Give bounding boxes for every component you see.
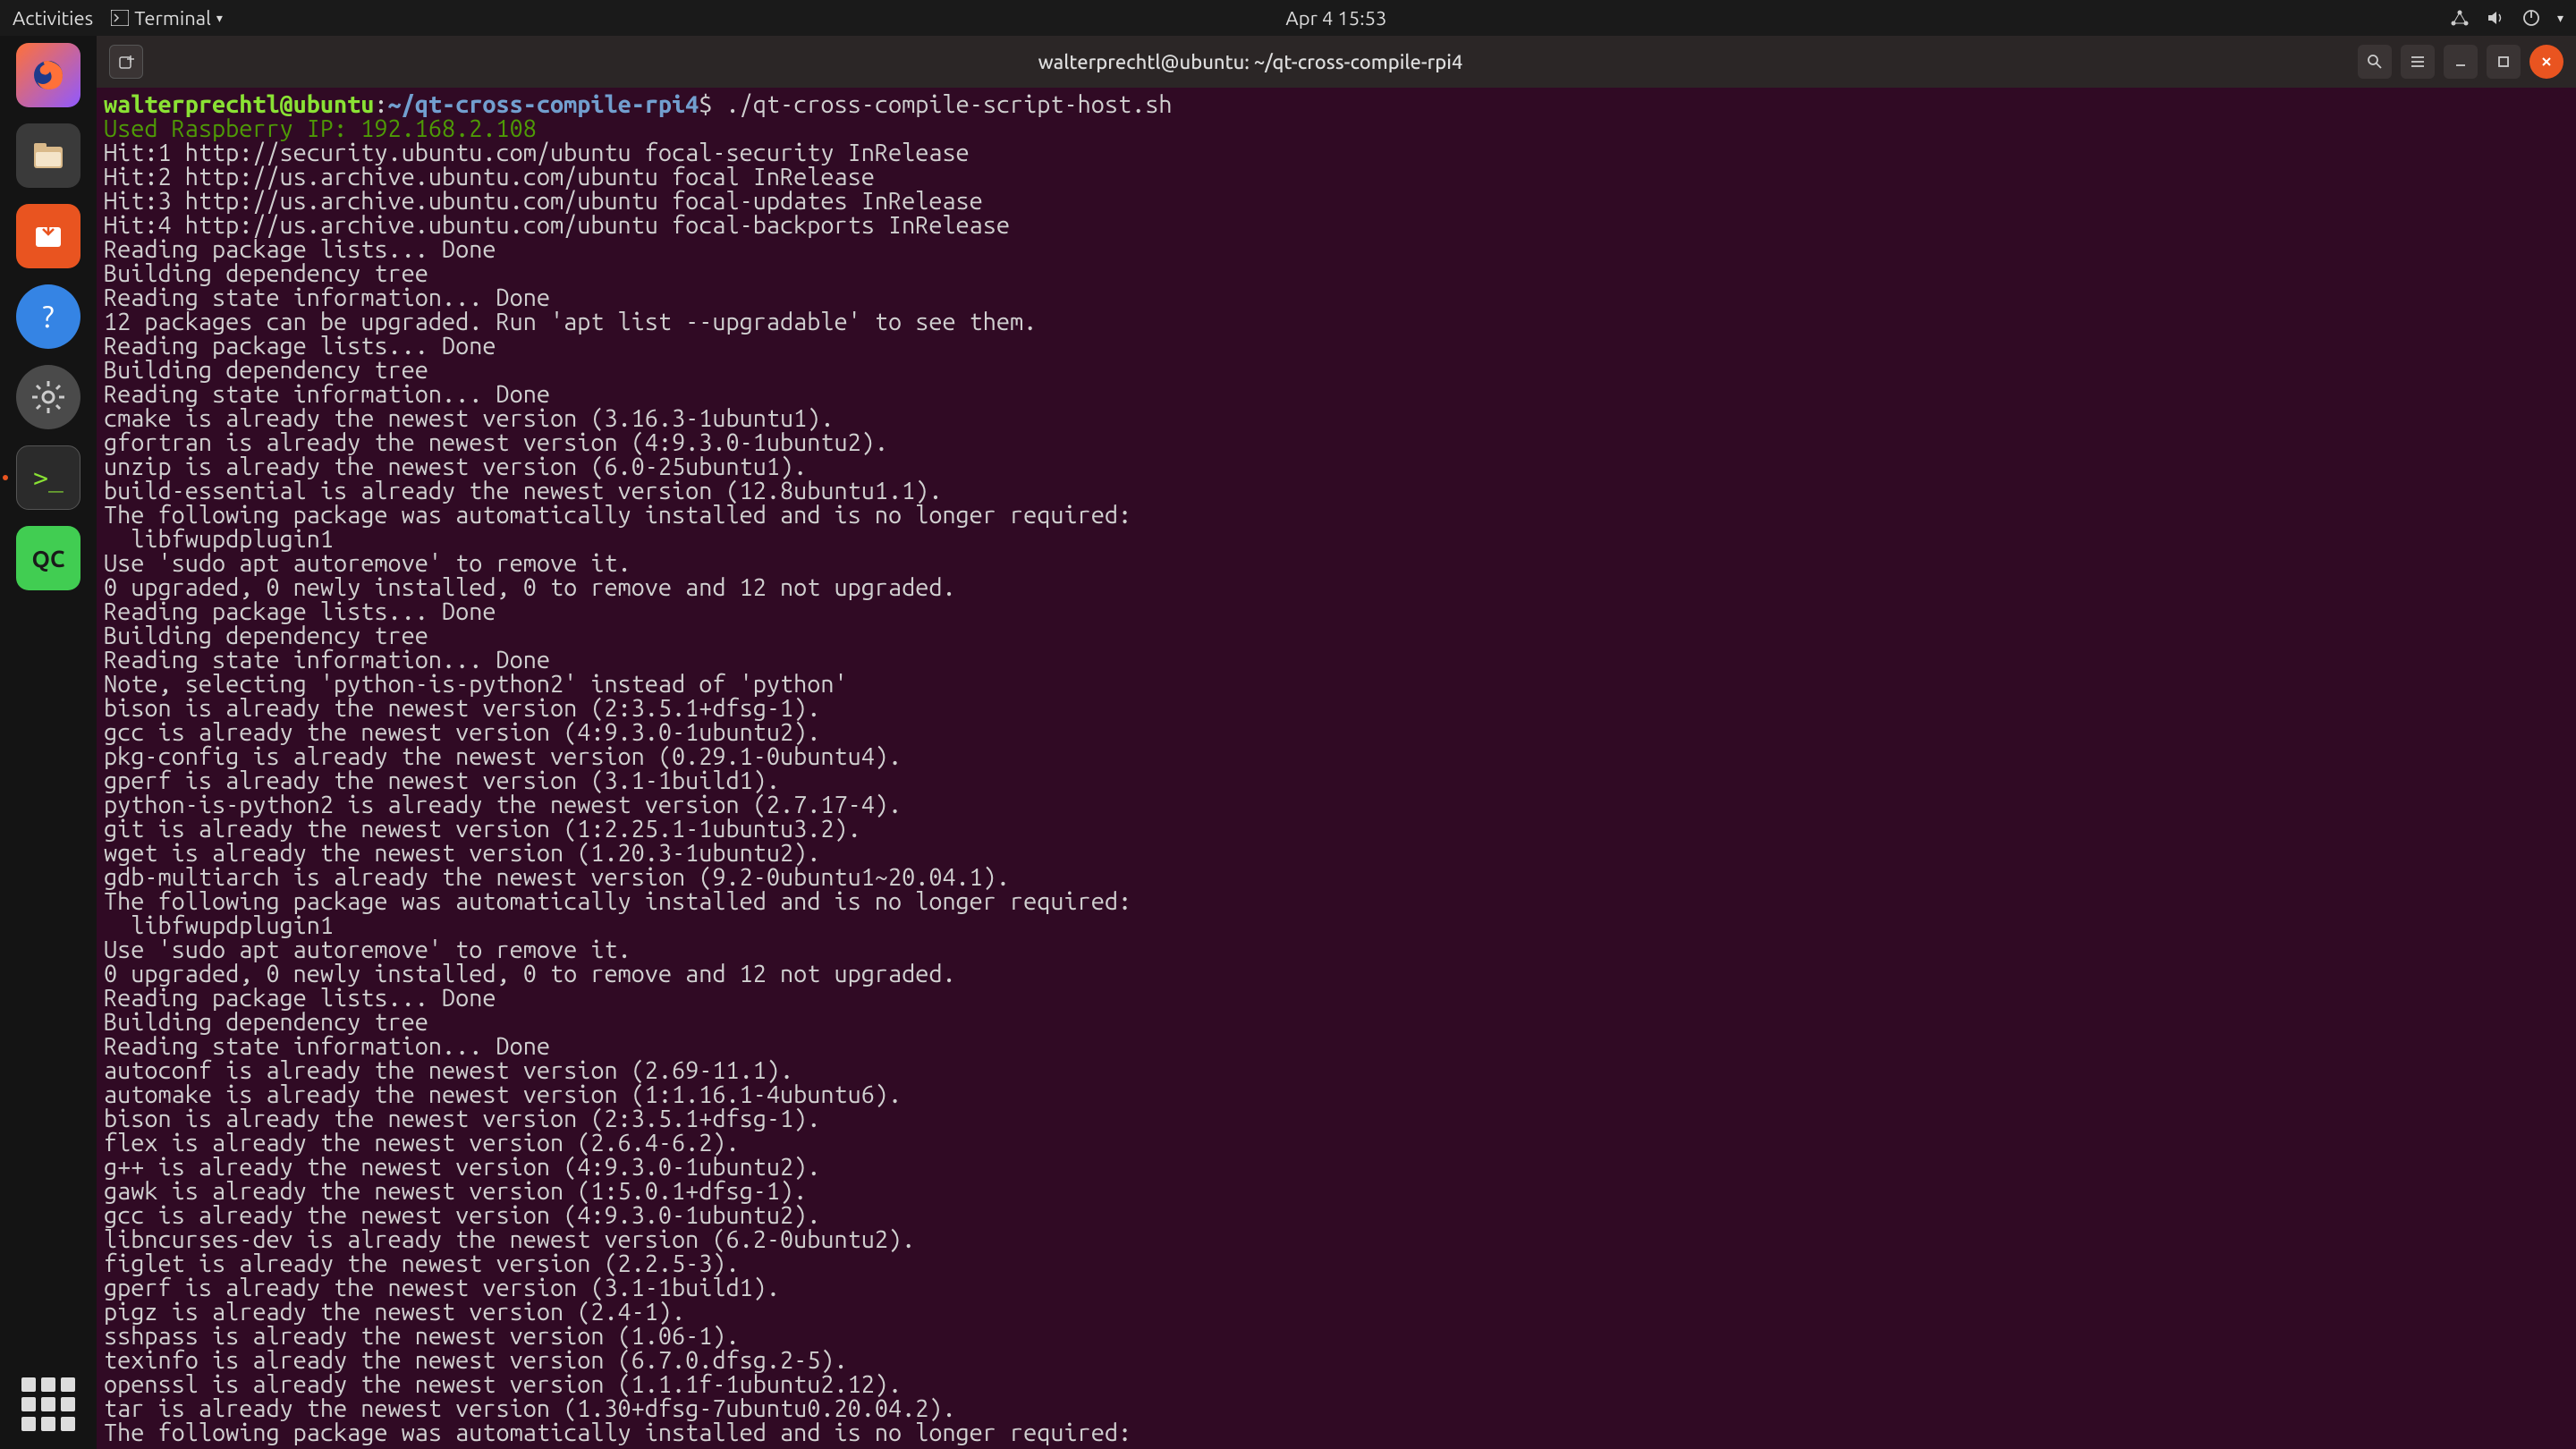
show-applications[interactable] — [21, 1377, 75, 1431]
terminal-output-line: gperf is already the newest version (3.1… — [104, 1276, 2569, 1301]
system-menu-chevron-icon[interactable]: ▾ — [2557, 11, 2563, 26]
terminal-icon — [111, 10, 129, 26]
dock-software-center[interactable] — [16, 204, 80, 268]
maximize-button[interactable] — [2487, 45, 2521, 79]
terminal-output-line: bison is already the newest version (2:3… — [104, 1107, 2569, 1131]
app-menu[interactable]: Terminal ▾ — [111, 7, 223, 30]
terminal-output-line: Reading state information... Done — [104, 1035, 2569, 1059]
terminal-output-line: python-is-python2 is already the newest … — [104, 793, 2569, 818]
terminal-output-line: figlet is already the newest version (2.… — [104, 1252, 2569, 1276]
terminal-output-line: Use 'sudo apt autoremove' to remove it. — [104, 938, 2569, 962]
terminal-output-line: Building dependency tree — [104, 262, 2569, 286]
terminal-output-line: git is already the newest version (1:2.2… — [104, 818, 2569, 842]
terminal-output-line: Use 'sudo apt autoremove' to remove it. — [104, 552, 2569, 576]
terminal-output-line: unzip is already the newest version (6.0… — [104, 455, 2569, 479]
terminal-output-line: Reading package lists... Done — [104, 600, 2569, 624]
terminal-output-line: pigz is already the newest version (2.4-… — [104, 1301, 2569, 1325]
terminal-output-line: Hit:4 http://us.archive.ubuntu.com/ubunt… — [104, 214, 2569, 238]
power-icon[interactable] — [2521, 8, 2541, 28]
dock-firefox[interactable] — [16, 43, 80, 107]
close-button[interactable] — [2529, 45, 2563, 79]
terminal-headerbar: walterprechtl@ubuntu: ~/qt-cross-compile… — [97, 36, 2576, 88]
terminal-output-line: pkg-config is already the newest version… — [104, 745, 2569, 769]
terminal-output-line: openssl is already the newest version (1… — [104, 1373, 2569, 1397]
terminal-body[interactable]: walterprechtl@ubuntu:~/qt-cross-compile-… — [97, 88, 2576, 1449]
clock[interactable]: Apr 4 15:53 — [223, 7, 2450, 30]
app-menu-label: Terminal — [134, 7, 211, 30]
terminal-output-line: 0 upgraded, 0 newly installed, 0 to remo… — [104, 576, 2569, 600]
terminal-output-line: sshpass is already the newest version (1… — [104, 1325, 2569, 1349]
terminal-output-line: gfortran is already the newest version (… — [104, 431, 2569, 455]
terminal-output-line: gcc is already the newest version (4:9.3… — [104, 721, 2569, 745]
terminal-output-line: Hit:1 http://security.ubuntu.com/ubuntu … — [104, 141, 2569, 165]
minimize-button[interactable] — [2444, 45, 2478, 79]
dock-terminal[interactable]: >_ — [16, 445, 80, 510]
dock: ? >_ QC — [0, 36, 97, 1449]
network-icon[interactable] — [2450, 8, 2470, 28]
terminal-output-line: automake is already the newest version (… — [104, 1083, 2569, 1107]
new-tab-button[interactable] — [109, 45, 143, 79]
terminal-output-line: Reading state information... Done — [104, 648, 2569, 673]
terminal-output-line: build-essential is already the newest ve… — [104, 479, 2569, 504]
terminal-output-line: Reading package lists... Done — [104, 987, 2569, 1011]
terminal-output-line: tar is already the newest version (1.30+… — [104, 1397, 2569, 1421]
terminal-output-line: flex is already the newest version (2.6.… — [104, 1131, 2569, 1156]
terminal-output-line: bison is already the newest version (2:3… — [104, 697, 2569, 721]
terminal-output-line: gcc is already the newest version (4:9.3… — [104, 1204, 2569, 1228]
terminal-output-line: Building dependency tree — [104, 624, 2569, 648]
terminal-output-line: Reading state information... Done — [104, 383, 2569, 407]
search-button[interactable] — [2358, 45, 2392, 79]
hamburger-menu[interactable] — [2401, 45, 2435, 79]
dock-qtcreator[interactable]: QC — [16, 526, 80, 590]
terminal-output-line: libncurses-dev is already the newest ver… — [104, 1228, 2569, 1252]
terminal-output-line: libfwupdplugin1 — [104, 528, 2569, 552]
terminal-output-line: gawk is already the newest version (1:5.… — [104, 1180, 2569, 1204]
terminal-output-line: The following package was automatically … — [104, 504, 2569, 528]
terminal-output-line: Reading state information... Done — [104, 286, 2569, 310]
raspberry-ip-line: Used Raspberry IP: 192.168.2.108 — [104, 117, 2569, 141]
dock-settings[interactable] — [16, 365, 80, 429]
terminal-output-line: Hit:2 http://us.archive.ubuntu.com/ubunt… — [104, 165, 2569, 190]
terminal-output-line: Building dependency tree — [104, 359, 2569, 383]
terminal-output-line: cmake is already the newest version (3.1… — [104, 407, 2569, 431]
terminal-output-line: Hit:3 http://us.archive.ubuntu.com/ubunt… — [104, 190, 2569, 214]
terminal-output-line: gperf is already the newest version (3.1… — [104, 769, 2569, 793]
terminal-output-line: Note, selecting 'python-is-python2' inst… — [104, 673, 2569, 697]
window-title: walterprechtl@ubuntu: ~/qt-cross-compile… — [143, 51, 2358, 73]
prompt-line: walterprechtl@ubuntu:~/qt-cross-compile-… — [104, 93, 2569, 117]
chevron-down-icon: ▾ — [216, 11, 223, 26]
volume-icon[interactable] — [2486, 8, 2505, 28]
terminal-output-line: Reading package lists... Done — [104, 335, 2569, 359]
terminal-output-line: The following package was automatically … — [104, 890, 2569, 914]
terminal-output-line: g++ is already the newest version (4:9.3… — [104, 1156, 2569, 1180]
terminal-output-line: wget is already the newest version (1.20… — [104, 842, 2569, 866]
terminal-output-line: Reading package lists... Done — [104, 238, 2569, 262]
terminal-output-line: libfwupdplugin1 — [104, 914, 2569, 938]
dock-files[interactable] — [16, 123, 80, 188]
terminal-output-line: The following package was automatically … — [104, 1421, 2569, 1445]
terminal-output-line: Building dependency tree — [104, 1011, 2569, 1035]
terminal-output-line: 0 upgraded, 0 newly installed, 0 to remo… — [104, 962, 2569, 987]
terminal-output-line: 12 packages can be upgraded. Run 'apt li… — [104, 310, 2569, 335]
dock-help[interactable]: ? — [16, 284, 80, 349]
terminal-output-line: autoconf is already the newest version (… — [104, 1059, 2569, 1083]
activities-button[interactable]: Activities — [13, 7, 93, 30]
terminal-output-line: texinfo is already the newest version (6… — [104, 1349, 2569, 1373]
gnome-topbar: Activities Terminal ▾ Apr 4 15:53 ▾ — [0, 0, 2576, 36]
terminal-output-line: gdb-multiarch is already the newest vers… — [104, 866, 2569, 890]
